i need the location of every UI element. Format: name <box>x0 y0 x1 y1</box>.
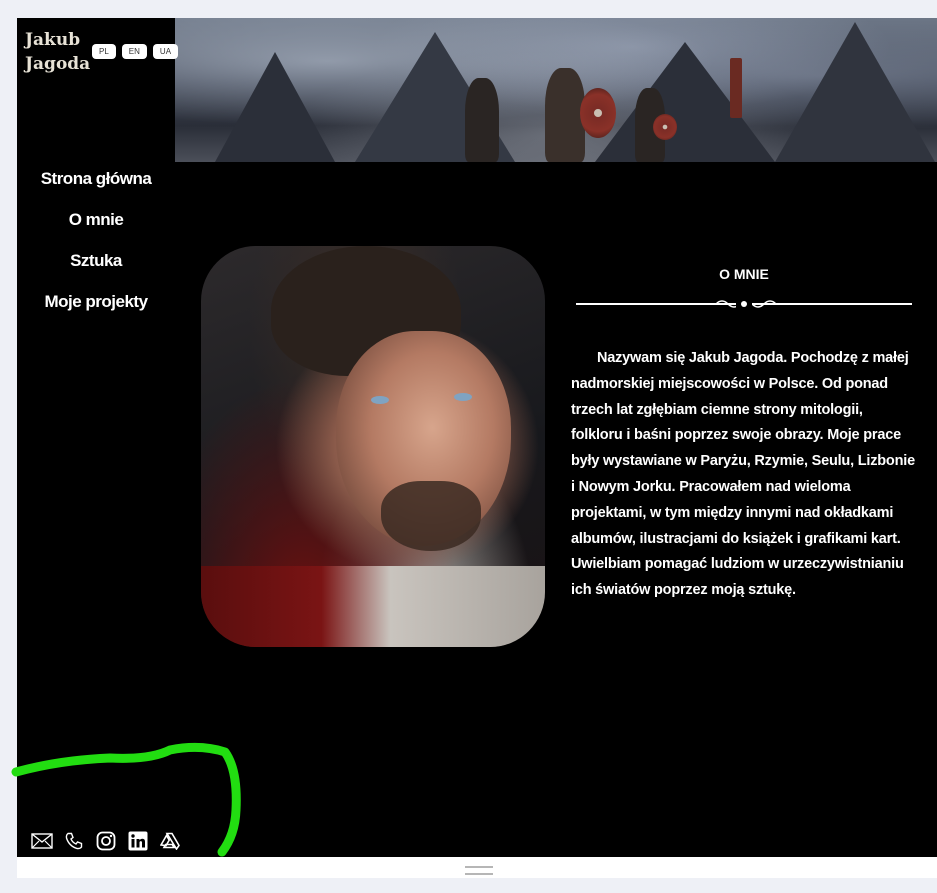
nav-item-about[interactable]: O mnie <box>17 199 175 240</box>
drag-grip-icon <box>465 866 493 875</box>
main-nav: Strona główna O mnie Sztuka Moje projekt… <box>17 158 175 322</box>
logo-line-2: Jagoda <box>25 54 91 74</box>
about-heading: O MNIE <box>719 266 769 282</box>
header-banner-image <box>175 18 937 162</box>
mail-icon[interactable] <box>31 831 53 851</box>
lang-button-en[interactable]: EN <box>121 44 147 59</box>
social-links <box>31 831 181 851</box>
page-frame: Jakub Jagoda PL EN UA Strona główna O mn… <box>17 18 937 857</box>
nav-item-home[interactable]: Strona główna <box>17 158 175 199</box>
instagram-icon[interactable] <box>95 831 117 851</box>
artstation-icon[interactable] <box>159 831 181 851</box>
resize-handle[interactable] <box>17 857 937 878</box>
site-logo[interactable]: Jakub Jagoda <box>25 28 90 76</box>
author-portrait <box>201 246 545 647</box>
ornament-divider <box>576 300 912 308</box>
lang-button-ua[interactable]: UA <box>152 44 179 59</box>
phone-icon[interactable] <box>63 831 85 851</box>
nav-item-projects[interactable]: Moje projekty <box>17 281 175 322</box>
linkedin-icon[interactable] <box>127 831 149 851</box>
logo-line-1: Jakub <box>25 30 81 50</box>
nav-item-art[interactable]: Sztuka <box>17 240 175 281</box>
about-text: Nazywam się Jakub Jagoda. Pochodzę z mał… <box>571 350 915 599</box>
lang-button-pl[interactable]: PL <box>92 44 116 59</box>
language-switcher: PL EN UA <box>92 44 179 59</box>
